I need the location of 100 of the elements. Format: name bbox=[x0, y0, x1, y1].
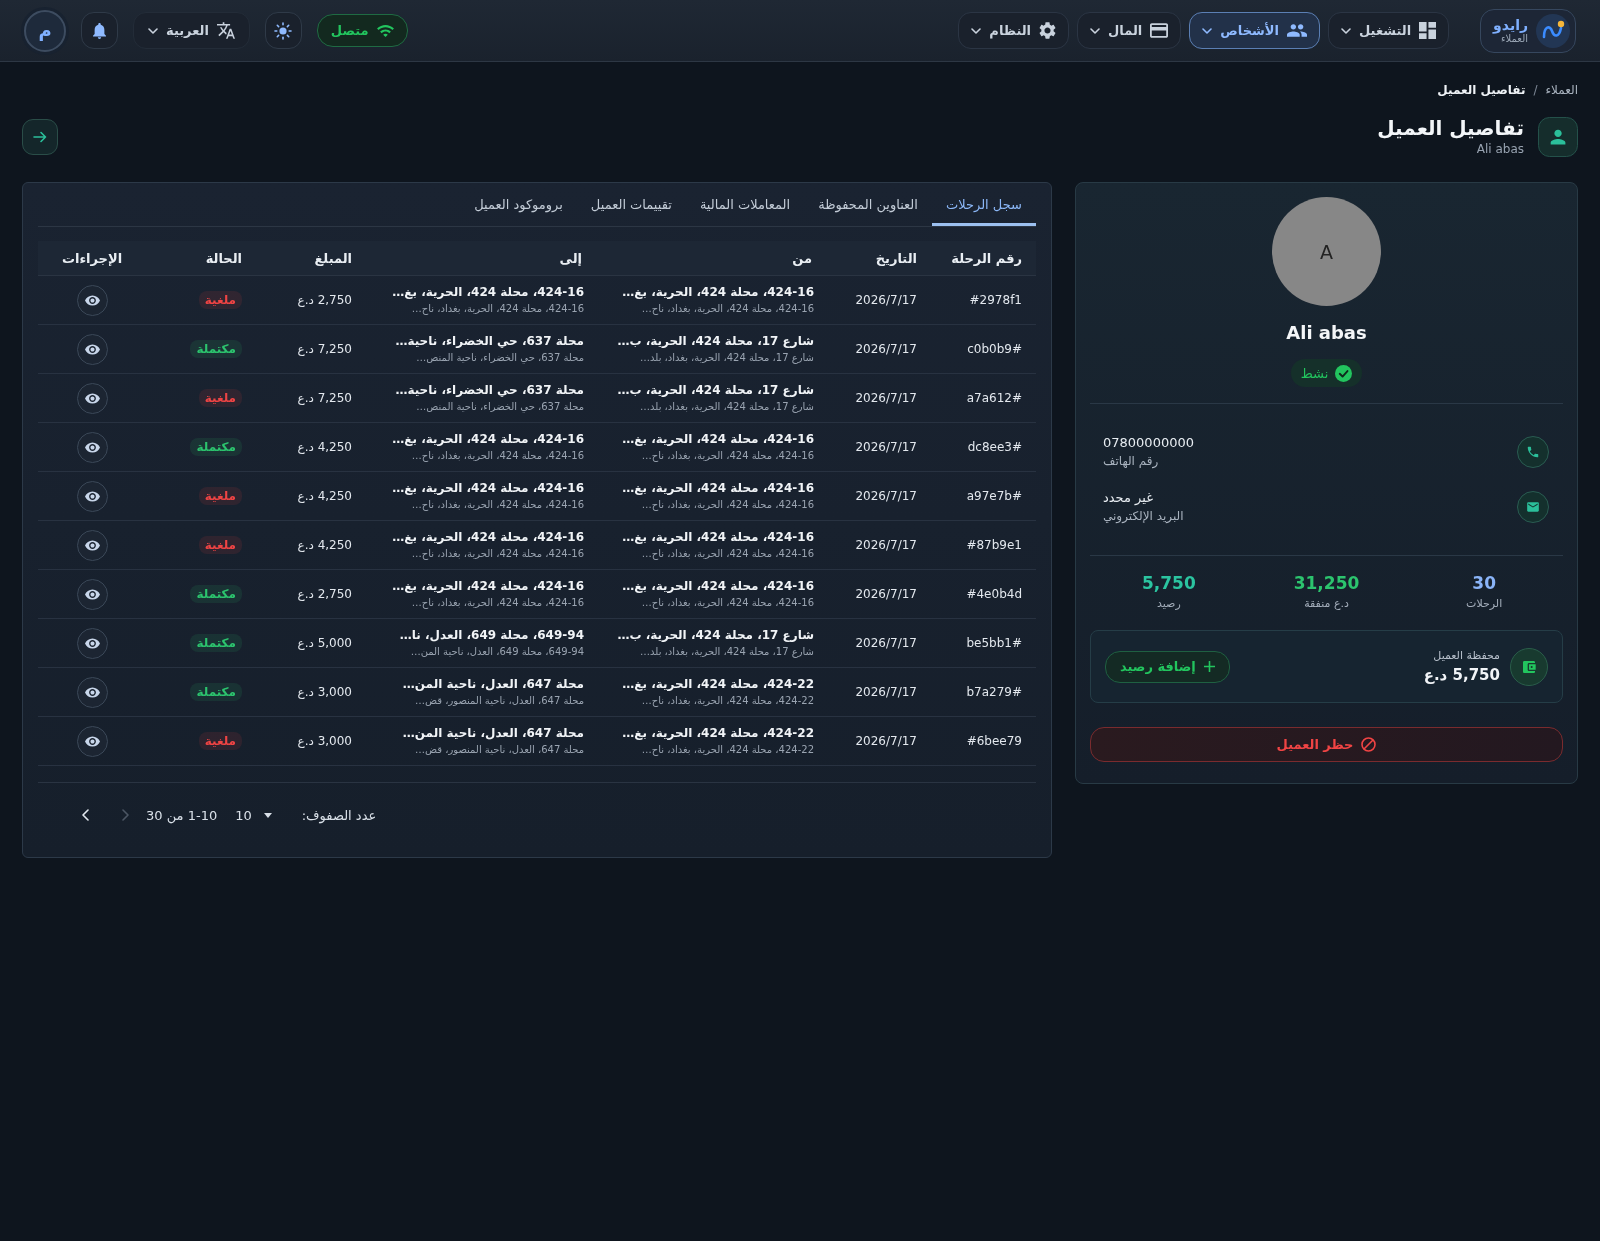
column-header: الإجراءات bbox=[60, 250, 124, 266]
nav-menu-button[interactable]: المال bbox=[1077, 12, 1182, 49]
trip-id: #2978f1 bbox=[969, 293, 1022, 307]
wallet-balance: 5,750 د.ع bbox=[1423, 664, 1500, 686]
pickup-address: 424-16، محلة 424، الحرية، بغ… bbox=[621, 431, 814, 448]
dropoff-address-detail: 424-16، محلة 424، الحرية، بغداد، ناح… bbox=[410, 596, 584, 610]
bell-icon bbox=[93, 22, 106, 39]
stat-label: رصيد bbox=[1155, 597, 1182, 610]
trip-id: #6bee79 bbox=[966, 734, 1022, 748]
dropoff-address: محلة 637، حي الخضراء، ناحية… bbox=[394, 382, 584, 399]
nav-menu-button[interactable]: التشغيل bbox=[1327, 12, 1450, 49]
brand-badge[interactable]: رايدو العملاء bbox=[1480, 8, 1576, 53]
view-button[interactable] bbox=[76, 725, 108, 757]
trip-amount: 2,750 د.ع bbox=[297, 293, 352, 307]
tab[interactable]: بروموكود العميل bbox=[460, 183, 577, 226]
pickup-address-detail: 424-16، محلة 424، الحرية، بغداد، ناح… bbox=[640, 547, 814, 561]
back-button[interactable] bbox=[22, 118, 58, 155]
breadcrumb-current: تفاصيل العميل bbox=[1437, 82, 1526, 98]
view-button[interactable] bbox=[76, 676, 108, 708]
nav-menu-button[interactable]: النظام bbox=[958, 12, 1070, 49]
view-button[interactable] bbox=[76, 431, 108, 463]
wifi-icon bbox=[376, 24, 394, 37]
trip-date: 2026/7/17 bbox=[855, 636, 917, 650]
nav-menu-button[interactable]: الأشخاص bbox=[1189, 12, 1320, 49]
trip-amount: 4,250 د.ع bbox=[297, 538, 352, 552]
language-menu-button[interactable]: العربية bbox=[133, 12, 250, 49]
eye-icon bbox=[84, 735, 100, 747]
status-badge: مكتملة bbox=[190, 585, 242, 603]
trip-amount: 3,000 د.ع bbox=[297, 734, 352, 748]
page-range: 1-10 من 30 bbox=[146, 807, 218, 823]
trip-id: #b7a279 bbox=[966, 685, 1022, 699]
view-button[interactable] bbox=[76, 480, 108, 512]
status-badge: ملغية bbox=[198, 732, 242, 750]
dropoff-address-detail: محلة 647، العدل، ناحية المنصور، قض… bbox=[413, 743, 584, 757]
tab[interactable]: تقييمات العميل bbox=[576, 183, 686, 226]
pickup-address: شارع 17، محلة 424، الحرية، ب… bbox=[616, 627, 814, 644]
customer-name: Ali abas bbox=[1285, 322, 1368, 344]
rows-per-page-select[interactable]: 10 bbox=[235, 807, 272, 823]
trip-id: #87b9e1 bbox=[966, 538, 1022, 552]
dropoff-address: 424-16، محلة 424، الحرية، بغ… bbox=[391, 480, 584, 497]
status-badge: مكتملة bbox=[190, 438, 242, 456]
stat-label: د.ع منفقة bbox=[1303, 597, 1350, 610]
trip-amount: 7,250 د.ع bbox=[297, 342, 352, 356]
breadcrumb-link[interactable]: العملاء bbox=[1545, 82, 1578, 98]
pickup-address-detail: 424-22، محلة 424، الحرية، بغداد، ناح… bbox=[640, 694, 814, 708]
add-balance-button[interactable]: إضافة رصيد bbox=[1105, 650, 1230, 683]
pickup-address-detail: 424-16، محلة 424، الحرية، بغداد، ناح… bbox=[640, 498, 814, 512]
pickup-address-detail: 424-16، محلة 424، الحرية، بغداد، ناح… bbox=[640, 302, 814, 316]
status-badge: ملغية bbox=[198, 536, 242, 554]
gear-icon bbox=[1039, 22, 1057, 39]
pickup-address: شارع 17، محلة 424، الحرية، ب… bbox=[616, 382, 814, 399]
chevron-right-icon bbox=[121, 809, 129, 821]
eye-icon bbox=[84, 588, 100, 600]
contact-value: غير محدد bbox=[1103, 489, 1154, 507]
view-button[interactable] bbox=[76, 578, 108, 610]
notifications-button[interactable] bbox=[81, 12, 118, 49]
ban-icon bbox=[1361, 737, 1377, 752]
trip-id: #a7a612 bbox=[966, 391, 1022, 405]
dropoff-address-detail: 424-16، محلة 424، الحرية، بغداد، ناح… bbox=[410, 449, 584, 463]
pickup-address-detail: شارع 17، محلة 424، الحرية، بغداد، بلد… bbox=[639, 400, 814, 414]
view-button[interactable] bbox=[76, 627, 108, 659]
trip-date: 2026/7/17 bbox=[855, 685, 917, 699]
dropoff-address: محلة 647، العدل، ناحية المن… bbox=[401, 725, 584, 742]
page-title: تفاصيل العميل bbox=[1377, 116, 1524, 141]
breadcrumb-separator: / bbox=[1533, 82, 1538, 98]
user-avatar[interactable]: م bbox=[24, 9, 66, 52]
plus-icon bbox=[1203, 661, 1215, 672]
brand-name: رايدو bbox=[1493, 16, 1528, 33]
trip-date: 2026/7/17 bbox=[855, 734, 917, 748]
route-logo-icon bbox=[1536, 13, 1570, 48]
stat-value: 30 bbox=[1471, 572, 1497, 594]
stat-value: 31,250 bbox=[1292, 572, 1361, 594]
dropoff-address-detail: 424-16، محلة 424، الحرية، بغداد، ناح… bbox=[410, 498, 584, 512]
stat-label: الرحلات bbox=[1465, 597, 1504, 610]
status-badge: ملغية bbox=[198, 291, 242, 309]
dropoff-address: 424-16، محلة 424، الحرية، بغ… bbox=[391, 578, 584, 595]
trip-amount: 7,250 د.ع bbox=[297, 391, 352, 405]
trip-id: #a97e7b bbox=[966, 489, 1022, 503]
dropoff-address-detail: 649-94، محلة 649، العدل، ناحية المن… bbox=[409, 645, 584, 659]
tab[interactable]: العناوين المحفوظة bbox=[804, 183, 932, 226]
dropoff-address-detail: محلة 637، حي الخضراء، ناحية المنص… bbox=[415, 400, 584, 414]
trip-amount: 4,250 د.ع bbox=[297, 489, 352, 503]
grid-icon bbox=[1419, 22, 1437, 39]
caret-icon bbox=[971, 27, 982, 34]
dropoff-address-detail: 424-16، محلة 424، الحرية، بغداد، ناح… bbox=[410, 547, 584, 561]
view-button[interactable] bbox=[76, 333, 108, 365]
trip-date: 2026/7/17 bbox=[855, 391, 917, 405]
dropoff-address-detail: محلة 637، حي الخضراء، ناحية المنص… bbox=[415, 351, 584, 365]
view-button[interactable] bbox=[76, 382, 108, 414]
pickup-address-detail: 424-22، محلة 424، الحرية، بغداد، ناح… bbox=[640, 743, 814, 757]
tab[interactable]: سجل الرحلات bbox=[931, 183, 1036, 226]
block-customer-button[interactable]: حظر العميل bbox=[1090, 727, 1563, 762]
status-badge: ملغية bbox=[198, 487, 242, 505]
view-button[interactable] bbox=[76, 529, 108, 561]
eye-icon bbox=[84, 294, 100, 306]
dropoff-address: 424-16، محلة 424، الحرية، بغ… bbox=[391, 529, 584, 546]
theme-toggle-button[interactable] bbox=[264, 12, 302, 49]
view-button[interactable] bbox=[76, 284, 108, 316]
trip-date: 2026/7/17 bbox=[855, 440, 917, 454]
tab[interactable]: المعاملات المالية bbox=[685, 183, 805, 226]
